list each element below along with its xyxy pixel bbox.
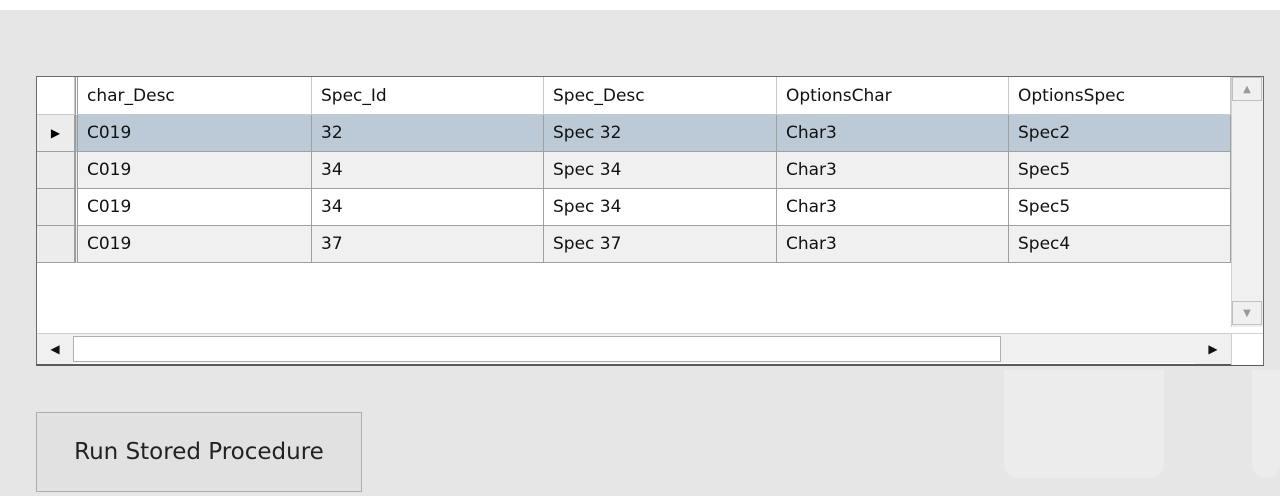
cell-char-desc[interactable]: C019 [75, 189, 312, 226]
row-header-current[interactable]: ▶ [37, 115, 75, 152]
cell-options-char[interactable]: Char3 [777, 115, 1009, 152]
scroll-up-arrow-icon[interactable]: ▲ [1232, 77, 1262, 101]
cell-options-spec[interactable]: Spec4 [1009, 226, 1231, 263]
cell-char-desc[interactable]: C019 [75, 226, 312, 263]
cell-char-desc[interactable]: C019 [75, 115, 312, 152]
cell-spec-id[interactable]: 37 [312, 226, 544, 263]
scroll-left-arrow-icon[interactable]: ◀ [37, 334, 73, 364]
cell-spec-id[interactable]: 32 [312, 115, 544, 152]
scrollbar-corner [1231, 333, 1263, 365]
background-panel [1252, 370, 1280, 478]
horizontal-scroll-thumb[interactable] [73, 336, 1001, 362]
cell-spec-desc[interactable]: Spec 37 [544, 226, 777, 263]
cell-char-desc[interactable]: C019 [75, 152, 312, 189]
cell-spec-id[interactable]: 34 [312, 152, 544, 189]
grid-rows: ▶ C019 32 Spec 32 Char3 Spec2 C019 34 Sp… [37, 115, 1231, 263]
column-header-options-spec[interactable]: OptionsSpec [1009, 77, 1231, 115]
table-row[interactable]: C019 34 Spec 34 Char3 Spec5 [37, 152, 1231, 189]
vertical-scrollbar[interactable]: ▲ ▼ [1231, 77, 1263, 327]
cell-options-char[interactable]: Char3 [777, 152, 1009, 189]
scroll-right-arrow-icon[interactable]: ▶ [1195, 334, 1231, 364]
cell-spec-desc[interactable]: Spec 32 [544, 115, 777, 152]
row-header[interactable] [37, 189, 75, 226]
row-header[interactable] [37, 226, 75, 263]
column-header-spec-desc[interactable]: Spec_Desc [544, 77, 777, 115]
cell-options-char[interactable]: Char3 [777, 189, 1009, 226]
column-header-spec-id[interactable]: Spec_Id [312, 77, 544, 115]
cell-spec-desc[interactable]: Spec 34 [544, 189, 777, 226]
scroll-down-arrow-icon[interactable]: ▼ [1232, 301, 1262, 325]
column-header-char-desc[interactable]: char_Desc [75, 77, 312, 115]
grid-corner-cell[interactable] [37, 77, 75, 115]
cell-options-spec[interactable]: Spec2 [1009, 115, 1231, 152]
cell-options-spec[interactable]: Spec5 [1009, 189, 1231, 226]
current-row-arrow-icon: ▶ [50, 126, 61, 140]
background-panel [1004, 370, 1164, 478]
table-row[interactable]: C019 37 Spec 37 Char3 Spec4 [37, 226, 1231, 263]
cell-spec-id[interactable]: 34 [312, 189, 544, 226]
cell-options-char[interactable]: Char3 [777, 226, 1009, 263]
data-grid[interactable]: char_Desc Spec_Id Spec_Desc OptionsChar … [36, 76, 1264, 366]
grid-header-row: char_Desc Spec_Id Spec_Desc OptionsChar … [37, 77, 1231, 115]
run-stored-procedure-button[interactable]: Run Stored Procedure [36, 412, 362, 492]
table-row[interactable]: ▶ C019 32 Spec 32 Char3 Spec2 [37, 115, 1231, 152]
column-header-options-char[interactable]: OptionsChar [777, 77, 1009, 115]
horizontal-scrollbar[interactable]: ◀ ▶ [37, 333, 1231, 364]
cell-options-spec[interactable]: Spec5 [1009, 152, 1231, 189]
row-header[interactable] [37, 152, 75, 189]
table-row[interactable]: C019 34 Spec 34 Char3 Spec5 [37, 189, 1231, 226]
cell-spec-desc[interactable]: Spec 34 [544, 152, 777, 189]
